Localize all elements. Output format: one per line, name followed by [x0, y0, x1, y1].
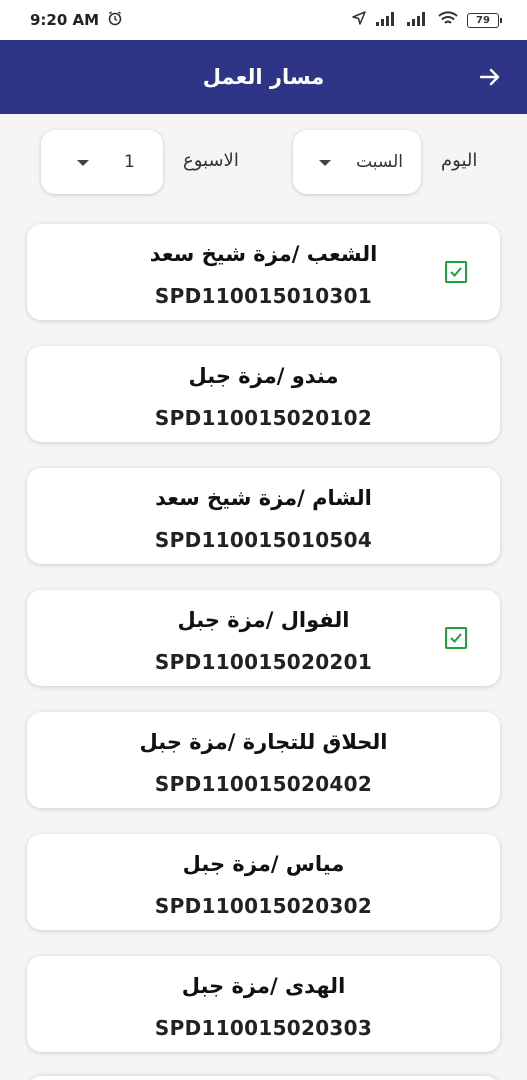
customer-name: مياس /مزة جبل [182, 852, 345, 876]
battery-icon: 79 [467, 12, 502, 28]
signal-icon-2 [407, 11, 429, 30]
status-left: 9:20 AM [30, 10, 123, 30]
caret-down-icon [77, 160, 89, 166]
customer-card[interactable]: الفوال /مزة جبل SPD110015020201 [27, 590, 500, 686]
signal-icon [376, 11, 398, 30]
arrow-right-icon [479, 68, 500, 86]
customer-name: الفوال /مزة جبل [177, 608, 350, 632]
back-button[interactable] [475, 62, 505, 92]
checkbox-checked-icon[interactable] [445, 627, 467, 649]
customer-code: SPD110015010504 [154, 528, 373, 552]
caret-down-icon [319, 160, 331, 166]
customer-card[interactable]: الشام /مزة شيخ سعد SPD110015010504 [27, 468, 500, 564]
day-value: السبت [356, 152, 403, 172]
customer-name: الهدى /مزة جبل [181, 974, 346, 998]
wifi-icon [438, 10, 458, 30]
week-value: 1 [124, 152, 135, 172]
day-dropdown[interactable]: السبت [293, 130, 421, 194]
customer-code: SPD110015020102 [154, 406, 373, 430]
customer-card[interactable]: مياس /مزة جبل SPD110015020302 [27, 834, 500, 930]
customer-card-partial[interactable] [27, 1076, 500, 1080]
customer-name: الحلاق للتجارة /مزة جبل [139, 730, 388, 754]
location-icon [351, 10, 367, 30]
week-label: الاسبوع [183, 150, 239, 171]
checkbox-checked-icon[interactable] [445, 261, 467, 283]
day-label: اليوم [441, 150, 478, 171]
status-bar: 9:20 AM 79 [0, 0, 527, 40]
customer-code: SPD110015020201 [154, 650, 373, 674]
page-title: مسار العمل [202, 65, 325, 89]
filter-row: اليوم السبت الاسبوع 1 [0, 130, 527, 194]
customer-code: SPD110015020402 [154, 772, 373, 796]
app-bar: مسار العمل [0, 40, 527, 114]
customer-code: SPD110015020302 [154, 894, 373, 918]
customer-code: SPD110015020303 [154, 1016, 373, 1040]
status-right: 79 [351, 10, 502, 30]
customer-card[interactable]: الحلاق للتجارة /مزة جبل SPD110015020402 [27, 712, 500, 808]
customer-name: الشام /مزة شيخ سعد [155, 486, 372, 510]
customer-card[interactable]: الشعب /مزة شيخ سعد SPD110015010301 [27, 224, 500, 320]
status-time: 9:20 AM [30, 11, 100, 29]
customer-name: الشعب /مزة شيخ سعد [149, 242, 378, 266]
customer-card[interactable]: مندو /مزة جبل SPD110015020102 [27, 346, 500, 442]
customer-card[interactable]: الهدى /مزة جبل SPD110015020303 [27, 956, 500, 1052]
customer-code: SPD110015010301 [154, 284, 373, 308]
customer-name: مندو /مزة جبل [188, 364, 339, 388]
alarm-icon [107, 10, 123, 30]
week-dropdown[interactable]: 1 [41, 130, 163, 194]
